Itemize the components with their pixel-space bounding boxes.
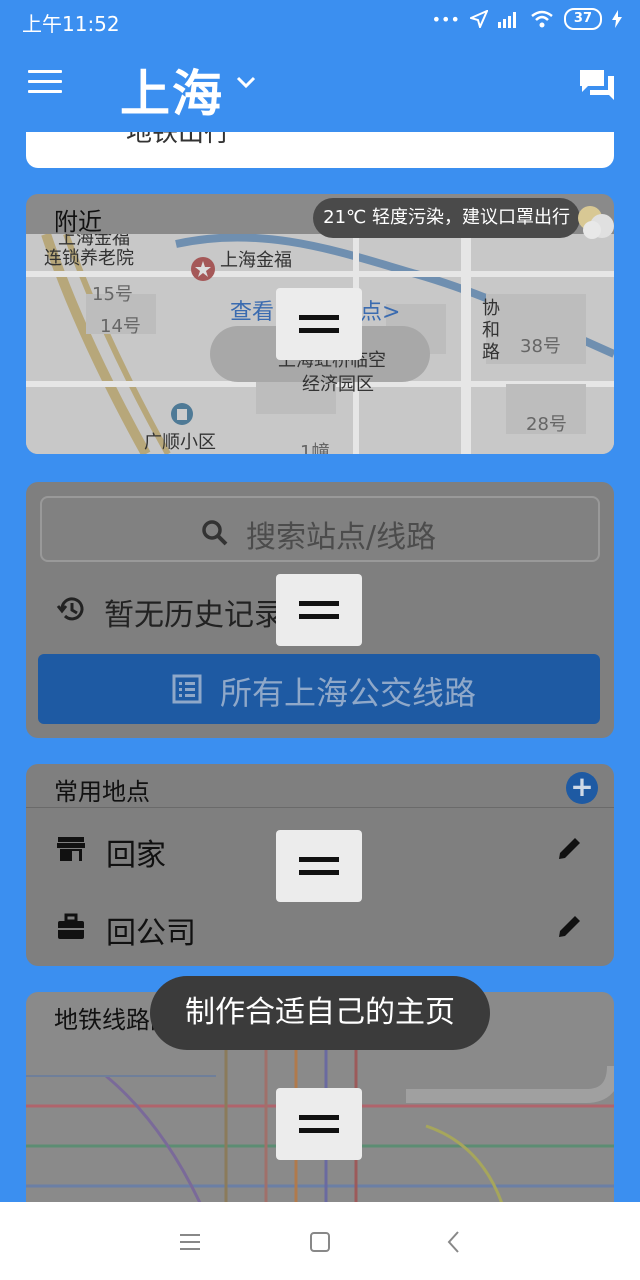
app-bar: 上海: [0, 40, 640, 132]
weather-cloud-icon: [578, 206, 614, 239]
back-chevron-icon[interactable]: [440, 1228, 468, 1256]
common-places-header: 常用地点 +: [26, 764, 614, 808]
common-places-card: 常用地点 + 回家 回公司: [26, 764, 614, 966]
map-label: 28号: [526, 414, 567, 435]
drag-handle[interactable]: [276, 574, 362, 646]
edit-pencil-icon[interactable]: [556, 834, 584, 862]
map-label: 15号: [92, 284, 133, 305]
wifi-icon: [531, 10, 553, 28]
top-card-text: 地铁出行: [126, 132, 231, 148]
poi-star-icon: [191, 257, 215, 281]
battery-indicator: 37: [563, 8, 602, 30]
top-card-partial[interactable]: 地铁出行: [26, 132, 614, 168]
search-placeholder: 搜索站点/线路: [246, 520, 437, 555]
store-icon: [57, 837, 85, 861]
weather-pill[interactable]: 21℃ 轻度污染，建议口罩出行: [313, 198, 580, 238]
chevron-down-icon[interactable]: [234, 70, 258, 94]
briefcase-icon: [58, 913, 84, 939]
nearby-card[interactable]: 上海金福 连锁养老院 上海金福 15号 14号 查看 点> 协 和 路 38号 …: [26, 194, 614, 454]
toast-message: 制作合适自己的主页: [150, 976, 490, 1050]
add-place-button[interactable]: +: [566, 772, 598, 804]
all-bus-lines-button[interactable]: 所有上海公交线路: [38, 654, 600, 724]
nearby-header: 附近 21℃ 轻度污染，建议口罩出行: [26, 194, 614, 239]
drag-handle[interactable]: [276, 288, 362, 360]
all-bus-lines-label: 所有上海公交线路: [220, 674, 477, 712]
search-card: 搜索站点/线路 暂无历史记录 所有上海公交线路: [26, 482, 614, 738]
status-bar: 上午11:52 ••• 37: [0, 0, 640, 40]
history-icon: [56, 597, 84, 621]
nearby-title: 附近: [54, 208, 102, 236]
list-icon: [172, 674, 202, 704]
place-label: 回家: [106, 838, 166, 873]
more-dots-icon: •••: [431, 9, 460, 29]
place-label: 回公司: [106, 916, 196, 951]
menu-lines-icon[interactable]: [176, 1228, 204, 1256]
search-input[interactable]: 搜索站点/线路: [40, 496, 600, 562]
map-label: 14号: [100, 316, 141, 337]
drag-handle[interactable]: [276, 830, 362, 902]
status-icons: ••• 37: [432, 8, 622, 30]
map-label: 经济园区: [302, 374, 374, 395]
menu-icon[interactable]: [28, 70, 62, 98]
city-title[interactable]: 上海: [120, 54, 224, 126]
map-label: 路: [482, 342, 500, 363]
map-label: 广顺小区: [144, 432, 216, 453]
common-places-title: 常用地点: [54, 778, 150, 806]
edit-pencil-icon[interactable]: [556, 912, 584, 940]
status-time: 上午11:52: [22, 12, 120, 36]
charging-icon: [612, 10, 622, 28]
map-label: 38号: [520, 336, 561, 357]
map-label: 点>: [360, 300, 401, 325]
messages-icon[interactable]: [578, 68, 616, 102]
system-nav-bar: [0, 1202, 640, 1280]
place-item-office[interactable]: 回公司: [26, 894, 614, 964]
map-label: 上海金福: [220, 250, 292, 271]
search-icon: [202, 520, 228, 546]
map-label: 1幢: [300, 442, 330, 454]
poi-building-icon: [171, 403, 193, 425]
location-arrow-icon: [469, 10, 488, 28]
home-square-icon[interactable]: [306, 1228, 334, 1256]
signal-icon: [497, 12, 516, 28]
map-label: 查看: [230, 300, 275, 325]
history-empty-text: 暂无历史记录: [104, 598, 284, 633]
map-label: 连锁养老院: [44, 248, 134, 269]
drag-handle[interactable]: [276, 1088, 362, 1160]
